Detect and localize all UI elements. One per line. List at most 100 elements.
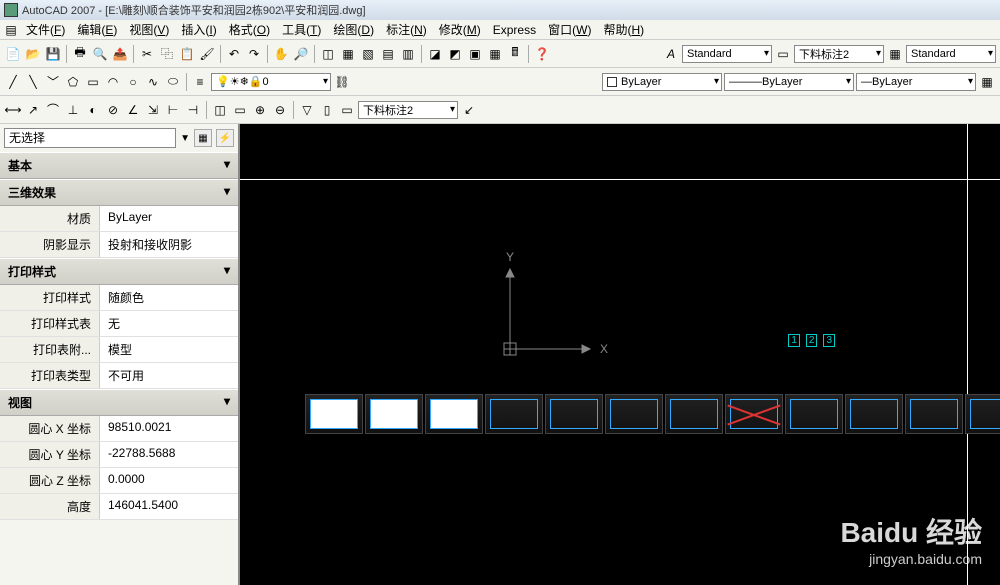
menu-item[interactable]: 文件(F) [20, 19, 71, 40]
dim-g-icon[interactable]: ▭ [338, 101, 356, 119]
cut-icon[interactable]: ✂ [138, 45, 156, 63]
tool-d-icon[interactable]: ▤ [379, 45, 397, 63]
panel-header[interactable]: 基本▾ [0, 152, 238, 179]
dim-c-icon[interactable]: ⊕ [251, 101, 269, 119]
dim-base-icon[interactable]: ⊢ [164, 101, 182, 119]
property-row[interactable]: 圆心 Z 坐标0.0000 [0, 468, 238, 494]
panel-header[interactable]: 三维效果▾ [0, 179, 238, 206]
lineweight-combo[interactable]: — ByLayer [856, 73, 976, 91]
property-row[interactable]: 材质ByLayer [0, 206, 238, 232]
calc-icon[interactable]: 🖩 [506, 45, 524, 63]
tool-a-icon[interactable]: ◫ [319, 45, 337, 63]
xline-icon[interactable]: ╲ [24, 73, 42, 91]
preview-icon[interactable]: 🔍 [91, 45, 109, 63]
property-row[interactable]: 打印样式表无 [0, 311, 238, 337]
layerstate-icon[interactable]: ⛓ [333, 73, 351, 91]
tool-i-icon[interactable]: ▦ [486, 45, 504, 63]
menu-item[interactable]: 标注(N) [380, 19, 433, 40]
property-value[interactable]: -22788.5688 [100, 442, 238, 467]
dim-dia-icon[interactable]: ⊘ [104, 101, 122, 119]
dim-b-icon[interactable]: ▭ [231, 101, 249, 119]
menu-item[interactable]: 绘图(D) [327, 19, 380, 40]
tool-c-icon[interactable]: ▧ [359, 45, 377, 63]
paste-icon[interactable]: 📋 [178, 45, 196, 63]
layer-combo[interactable]: 💡☀❄🔒0 [211, 73, 331, 91]
menu-item[interactable]: 帮助(H) [597, 19, 650, 40]
drawing-thumbnail[interactable] [725, 394, 783, 434]
drawing-canvas[interactable]: X Y 123 Baidu 经验 jingyan.baidu.com [240, 124, 1000, 585]
property-value[interactable]: 无 [100, 311, 238, 336]
pline-icon[interactable]: ﹀ [44, 73, 62, 91]
ellipse-icon[interactable]: ⬭ [164, 73, 182, 91]
dim-h-icon[interactable]: ↙ [460, 101, 478, 119]
property-value[interactable]: 模型 [100, 337, 238, 362]
textstyle-combo[interactable]: Standard [682, 45, 772, 63]
save-icon[interactable]: 💾 [44, 45, 62, 63]
menu-item[interactable]: 修改(M) [433, 19, 487, 40]
spline-icon[interactable]: ∿ [144, 73, 162, 91]
drawing-thumbnail[interactable] [425, 394, 483, 434]
drawing-thumbnail[interactable] [785, 394, 843, 434]
rect-icon[interactable]: ▭ [84, 73, 102, 91]
dim-quick-icon[interactable]: ⇲ [144, 101, 162, 119]
drawing-thumbnail[interactable] [545, 394, 603, 434]
extra-icon[interactable]: ▦ [978, 73, 996, 91]
property-row[interactable]: 打印表附...模型 [0, 337, 238, 363]
match-icon[interactable]: 🖌 [198, 45, 216, 63]
pan-icon[interactable]: ✋ [272, 45, 290, 63]
dimstyle-icon[interactable]: ▭ [774, 45, 792, 63]
menu-item[interactable]: 插入(I) [175, 19, 222, 40]
quickselect-icon[interactable]: ⚡ [216, 129, 234, 147]
tablestyle-icon[interactable]: ▦ [886, 45, 904, 63]
dim-align-icon[interactable]: ↗ [24, 101, 42, 119]
textstyle-icon[interactable]: A [662, 45, 680, 63]
property-value[interactable]: 98510.0021 [100, 416, 238, 441]
tool-f-icon[interactable]: ◪ [426, 45, 444, 63]
print-icon[interactable]: 🖶 [71, 45, 89, 63]
drawing-thumbnail[interactable] [965, 394, 1000, 434]
drawing-thumbnail[interactable] [905, 394, 963, 434]
dim-rad-icon[interactable]: ◐ [84, 101, 102, 119]
linetype-combo[interactable]: ——— ByLayer [724, 73, 854, 91]
property-row[interactable]: 打印表类型不可用 [0, 363, 238, 389]
menu-item[interactable]: 视图(V) [123, 19, 175, 40]
panel-header[interactable]: 打印样式▾ [0, 258, 238, 285]
menu-item[interactable]: 窗口(W) [542, 19, 597, 40]
drawing-thumbnail[interactable] [365, 394, 423, 434]
color-combo[interactable]: ByLayer [602, 73, 722, 91]
dim-lin-icon[interactable]: ⟷ [4, 101, 22, 119]
dim-ord-icon[interactable]: ⊥ [64, 101, 82, 119]
dim-cont-icon[interactable]: ⊣ [184, 101, 202, 119]
menu-icon[interactable]: ▤ [2, 21, 20, 39]
arc-icon[interactable]: ◠ [104, 73, 122, 91]
tablestyle-combo[interactable]: Standard [906, 45, 996, 63]
drawing-thumbnail[interactable] [845, 394, 903, 434]
menu-item[interactable]: 格式(O) [223, 19, 276, 40]
drawing-thumbnail[interactable] [605, 394, 663, 434]
line-icon[interactable]: ╱ [4, 73, 22, 91]
property-value[interactable]: 投射和接收阴影 [100, 232, 238, 257]
property-row[interactable]: 圆心 X 坐标98510.0021 [0, 416, 238, 442]
help-icon[interactable]: ❓ [533, 45, 551, 63]
property-row[interactable]: 圆心 Y 坐标-22788.5688 [0, 442, 238, 468]
property-value[interactable]: 146041.5400 [100, 494, 238, 519]
publish-icon[interactable]: 📤 [111, 45, 129, 63]
property-value[interactable]: 不可用 [100, 363, 238, 388]
tool-e-icon[interactable]: ▥ [399, 45, 417, 63]
dim-arc-icon[interactable]: ⌒ [44, 101, 62, 119]
property-value[interactable]: 0.0000 [100, 468, 238, 493]
selection-combo[interactable]: 无选择 [4, 128, 176, 148]
dimstyle-combo[interactable]: 下料标注2 [794, 45, 884, 63]
dim-e-icon[interactable]: ▽ [298, 101, 316, 119]
tool-h-icon[interactable]: ▣ [466, 45, 484, 63]
property-value[interactable]: ByLayer [100, 206, 238, 231]
zoom-icon[interactable]: 🔎 [292, 45, 310, 63]
polygon-icon[interactable]: ⬠ [64, 73, 82, 91]
panel-header[interactable]: 视图▾ [0, 389, 238, 416]
circle-icon[interactable]: ○ [124, 73, 142, 91]
property-row[interactable]: 高度146041.5400 [0, 494, 238, 520]
drawing-thumbnail[interactable] [305, 394, 363, 434]
property-row[interactable]: 阴影显示投射和接收阴影 [0, 232, 238, 258]
open-icon[interactable]: 📂 [24, 45, 42, 63]
dim-f-icon[interactable]: ▯ [318, 101, 336, 119]
